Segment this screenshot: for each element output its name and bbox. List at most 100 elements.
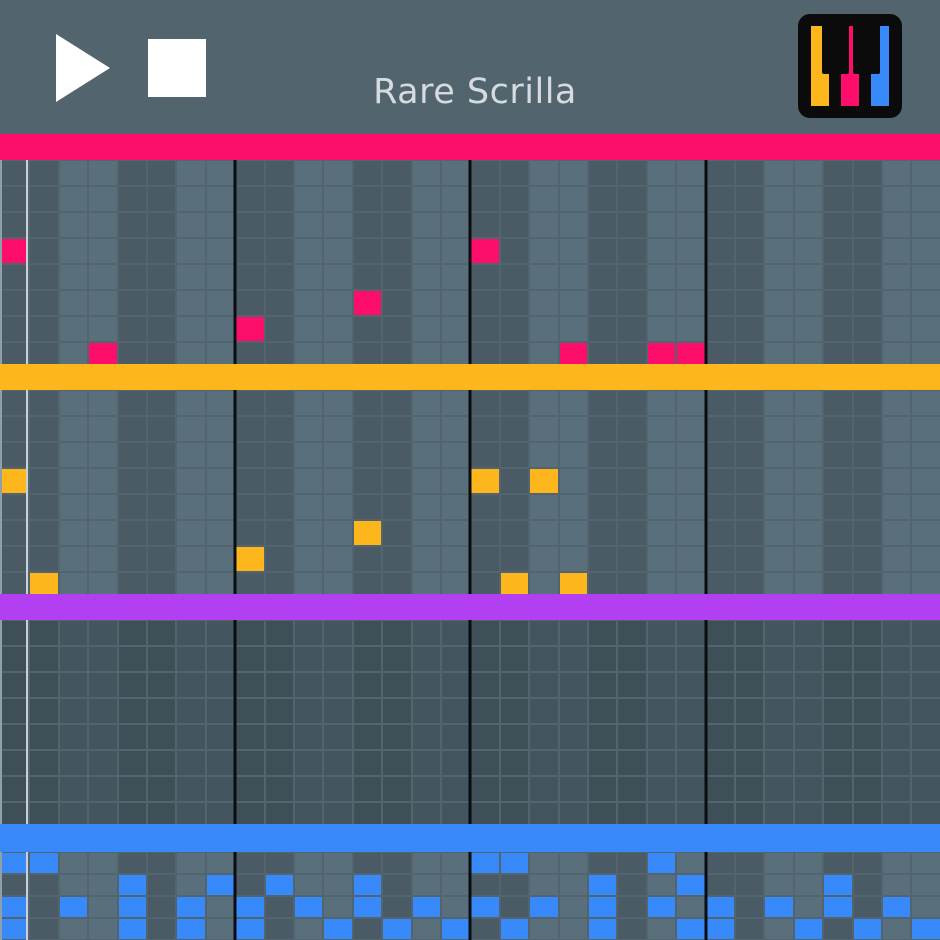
step-cell[interactable]: [266, 573, 293, 597]
step-cell[interactable]: [148, 875, 175, 895]
step-cell[interactable]: [501, 265, 528, 289]
step-cell[interactable]: [530, 187, 558, 211]
step-cell[interactable]: [413, 919, 440, 939]
step-cell[interactable]: [295, 875, 322, 895]
step-cell[interactable]: [854, 673, 881, 697]
step-cell[interactable]: [383, 343, 411, 367]
step-cell[interactable]: [677, 547, 705, 571]
step-cell[interactable]: [354, 803, 381, 827]
step-cell[interactable]: [383, 417, 411, 441]
step-cell[interactable]: [677, 187, 705, 211]
step-cell[interactable]: [795, 343, 822, 367]
step-cell[interactable]: [530, 853, 558, 873]
step-cell[interactable]: [530, 621, 558, 645]
step-cell[interactable]: [30, 621, 58, 645]
step-cell[interactable]: [589, 521, 616, 545]
step-cell[interactable]: [618, 751, 646, 775]
step-cell[interactable]: [30, 547, 58, 571]
step-cell[interactable]: [824, 443, 852, 467]
step-cell[interactable]: [854, 495, 881, 519]
step-cell[interactable]: [471, 495, 499, 519]
step-cell[interactable]: [413, 343, 440, 367]
step-cell[interactable]: [413, 213, 440, 237]
step-cell[interactable]: [707, 673, 734, 697]
step-cell[interactable]: [589, 317, 616, 341]
step-cell[interactable]: [501, 803, 528, 827]
step-cell[interactable]: [354, 265, 381, 289]
note-cell-active[interactable]: [912, 919, 940, 939]
step-cell[interactable]: [854, 751, 881, 775]
step-cell[interactable]: [648, 495, 675, 519]
step-cell[interactable]: [471, 391, 499, 415]
step-cell[interactable]: [707, 573, 734, 597]
step-cell[interactable]: [765, 547, 793, 571]
step-cell[interactable]: [618, 673, 646, 697]
step-cell[interactable]: [177, 573, 205, 597]
step-cell[interactable]: [618, 469, 646, 493]
step-cell[interactable]: [530, 265, 558, 289]
step-cell[interactable]: [883, 213, 910, 237]
step-cell[interactable]: [854, 187, 881, 211]
step-cell[interactable]: [89, 417, 117, 441]
step-cell[interactable]: [236, 573, 264, 597]
step-cell[interactable]: [824, 469, 852, 493]
step-cell[interactable]: [442, 187, 469, 211]
step-cell[interactable]: [413, 751, 440, 775]
step-cell[interactable]: [89, 469, 117, 493]
step-cell[interactable]: [295, 547, 322, 571]
step-cell[interactable]: [707, 751, 734, 775]
step-cell[interactable]: [413, 443, 440, 467]
step-cell[interactable]: [148, 417, 175, 441]
step-cell[interactable]: [765, 751, 793, 775]
step-cell[interactable]: [60, 213, 87, 237]
step-cell[interactable]: [119, 187, 146, 211]
step-cell[interactable]: [883, 699, 910, 723]
step-cell[interactable]: [795, 391, 822, 415]
step-cell[interactable]: [148, 391, 175, 415]
step-cell[interactable]: [912, 187, 940, 211]
step-cell[interactable]: [60, 919, 87, 939]
step-cell[interactable]: [148, 521, 175, 545]
step-cell[interactable]: [295, 161, 322, 185]
step-cell[interactable]: [354, 161, 381, 185]
step-cell[interactable]: [854, 853, 881, 873]
step-cell[interactable]: [236, 647, 264, 671]
step-cell[interactable]: [501, 521, 528, 545]
step-cell[interactable]: [119, 291, 146, 315]
step-cell[interactable]: [119, 853, 146, 873]
step-cell[interactable]: [501, 495, 528, 519]
step-cell[interactable]: [677, 621, 705, 645]
step-cell[interactable]: [824, 647, 852, 671]
step-cell[interactable]: [471, 265, 499, 289]
step-cell[interactable]: [266, 469, 293, 493]
step-cell[interactable]: [648, 469, 675, 493]
step-cell[interactable]: [560, 161, 587, 185]
step-cell[interactable]: [354, 317, 381, 341]
step-cell[interactable]: [442, 443, 469, 467]
step-cell[interactable]: [266, 919, 293, 939]
step-cell[interactable]: [60, 673, 87, 697]
step-cell[interactable]: [324, 187, 352, 211]
step-cell[interactable]: [89, 521, 117, 545]
step-cell[interactable]: [60, 161, 87, 185]
step-cell[interactable]: [60, 621, 87, 645]
step-cell[interactable]: [736, 239, 763, 263]
step-cell[interactable]: [60, 239, 87, 263]
step-cell[interactable]: [30, 291, 58, 315]
step-cell[interactable]: [912, 621, 940, 645]
step-cell[interactable]: [236, 187, 264, 211]
step-cell[interactable]: [795, 647, 822, 671]
step-cell[interactable]: [207, 187, 234, 211]
step-cell[interactable]: [236, 673, 264, 697]
step-cell[interactable]: [618, 725, 646, 749]
track-bar-melody[interactable]: [0, 134, 940, 160]
note-cell-active[interactable]: [677, 919, 705, 939]
step-cell[interactable]: [707, 443, 734, 467]
note-cell-active[interactable]: [236, 897, 264, 917]
step-cell[interactable]: [413, 803, 440, 827]
step-cell[interactable]: [589, 777, 616, 801]
step-cell[interactable]: [854, 291, 881, 315]
step-cell[interactable]: [560, 187, 587, 211]
step-cell[interactable]: [530, 919, 558, 939]
step-cell[interactable]: [648, 291, 675, 315]
